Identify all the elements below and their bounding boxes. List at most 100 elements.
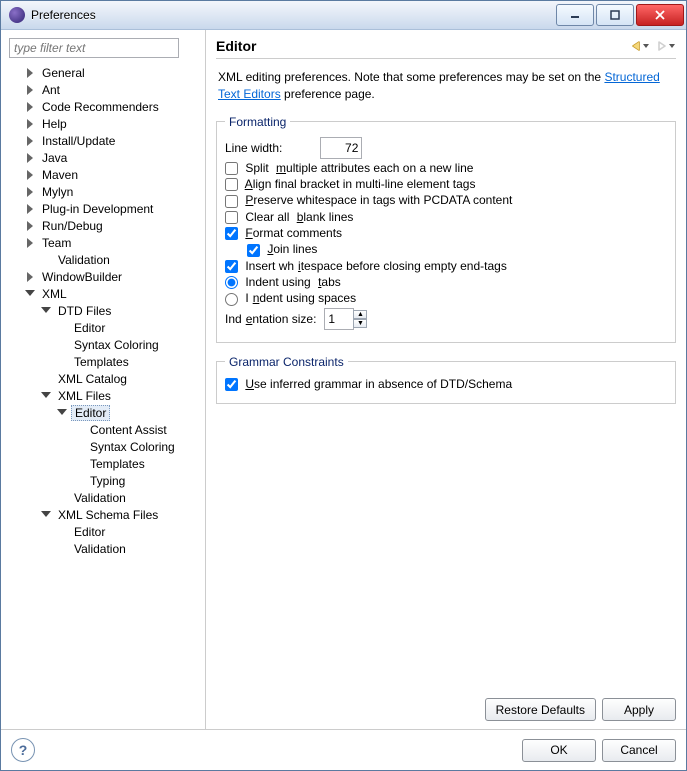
tree-item-label: Templates	[71, 355, 132, 369]
line-width-input[interactable]	[320, 137, 362, 159]
tree-item[interactable]: XML Catalog	[9, 370, 201, 387]
formatting-group: Formatting Line width: Split multiple at…	[216, 115, 676, 343]
tree-item-label: Help	[39, 117, 70, 131]
indent-size-label: Indentation size:	[225, 312, 320, 326]
chevron-down-icon[interactable]	[41, 305, 53, 317]
back-icon[interactable]	[630, 40, 642, 52]
preserve-whitespace-checkbox[interactable]: Preserve whitespace in tags with PCDATA …	[225, 193, 516, 207]
align-bracket-checkbox[interactable]: Align final bracket in multi-line elemen…	[225, 177, 479, 191]
indent-spaces-radio[interactable]: Indent using spaces	[225, 291, 360, 305]
tree-item[interactable]: DTD Files	[9, 302, 201, 319]
tree-item[interactable]: Code Recommenders	[9, 98, 201, 115]
chevron-right-icon[interactable]	[25, 135, 37, 147]
preferences-tree[interactable]: GeneralAntCode Recommenders HelpInstall/U…	[9, 64, 201, 725]
minimize-button[interactable]	[556, 4, 594, 26]
chevron-right-icon[interactable]	[25, 203, 37, 215]
filter-input[interactable]	[9, 38, 179, 58]
chevron-down-icon[interactable]	[41, 390, 53, 402]
tree-item[interactable]: Validation	[9, 489, 201, 506]
tree-item[interactable]: Typing	[9, 472, 201, 489]
tree-item[interactable]: Templates	[9, 455, 201, 472]
chevron-right-icon[interactable]	[25, 118, 37, 130]
split-attrs-checkbox[interactable]: Split multiple attributes each on a new …	[225, 161, 477, 175]
tree-item[interactable]: Validation	[9, 251, 201, 268]
tree-item[interactable]: Templates	[9, 353, 201, 370]
tree-spacer	[73, 475, 85, 487]
tree-item[interactable]: Run/Debug	[9, 217, 201, 234]
titlebar[interactable]: Preferences	[1, 1, 686, 30]
indent-size-spinner[interactable]: ▲▼	[353, 310, 367, 328]
chevron-down-icon[interactable]	[41, 509, 53, 521]
close-button[interactable]	[636, 4, 684, 26]
ok-button[interactable]: OK	[522, 739, 596, 762]
tree-item-label: Syntax Coloring	[71, 338, 162, 352]
cancel-button[interactable]: Cancel	[602, 739, 676, 762]
tree-item[interactable]: XML Schema Files	[9, 506, 201, 523]
chevron-right-icon[interactable]	[25, 169, 37, 181]
join-lines-checkbox[interactable]: Join lines	[247, 242, 321, 256]
tree-item[interactable]: Plug-in Development	[9, 200, 201, 217]
back-menu-icon[interactable]	[642, 40, 650, 52]
chevron-right-icon[interactable]	[25, 220, 37, 232]
restore-defaults-button[interactable]: Restore Defaults	[485, 698, 596, 721]
tree-item[interactable]: WindowBuilder	[9, 268, 201, 285]
tree-item[interactable]: Syntax Coloring	[9, 438, 201, 455]
tree-item[interactable]: Mylyn	[9, 183, 201, 200]
chevron-right-icon[interactable]	[25, 186, 37, 198]
maximize-button[interactable]	[596, 4, 634, 26]
tree-item[interactable]: XML	[9, 285, 201, 302]
chevron-right-icon[interactable]	[25, 152, 37, 164]
indent-size-input[interactable]	[324, 308, 354, 330]
chevron-right-icon[interactable]	[25, 67, 37, 79]
chevron-right-icon[interactable]	[25, 84, 37, 96]
tree-spacer	[57, 543, 69, 555]
apply-button[interactable]: Apply	[602, 698, 676, 721]
tree-item[interactable]: Editor	[9, 319, 201, 336]
tree-item-label: XML	[39, 287, 70, 301]
tree-spacer	[73, 458, 85, 470]
tree-item[interactable]: Help	[9, 115, 201, 132]
tree-item[interactable]: Java	[9, 149, 201, 166]
tree-item-label: Editor	[71, 405, 110, 421]
chevron-down-icon[interactable]	[57, 407, 69, 419]
forward-icon[interactable]	[656, 40, 668, 52]
tree-item[interactable]: Content Assist	[9, 421, 201, 438]
tree-item-label: Validation	[71, 491, 129, 505]
tree-item-label: Plug-in Development	[39, 202, 156, 216]
help-icon[interactable]: ?	[11, 738, 35, 762]
page-title: Editor	[216, 38, 630, 54]
formatting-legend: Formatting	[225, 115, 290, 129]
tree-item-label: Templates	[87, 457, 148, 471]
tree-item-label: XML Catalog	[55, 372, 130, 386]
insert-whitespace-checkbox[interactable]: Insert whitespace before closing empty e…	[225, 259, 511, 273]
clear-blank-lines-checkbox[interactable]: Clear all blank lines	[225, 210, 357, 224]
tree-item[interactable]: Validation	[9, 540, 201, 557]
tree-item[interactable]: Editor	[9, 404, 201, 421]
tree-item-label: Content Assist	[87, 423, 170, 437]
tree-item-label: Team	[39, 236, 74, 250]
spinner-up-button[interactable]: ▲	[353, 310, 367, 319]
forward-menu-icon[interactable]	[668, 40, 676, 52]
page-buttons: Restore Defaults Apply	[216, 692, 676, 725]
tree-item[interactable]: Ant	[9, 81, 201, 98]
tree-item[interactable]: General	[9, 64, 201, 81]
tree-spacer	[57, 526, 69, 538]
chevron-right-icon[interactable]	[25, 101, 37, 113]
tree-item[interactable]: Team	[9, 234, 201, 251]
tree-item[interactable]: Editor	[9, 523, 201, 540]
spinner-down-button[interactable]: ▼	[353, 319, 367, 328]
tree-item[interactable]: XML Files	[9, 387, 201, 404]
format-comments-checkbox[interactable]: Format comments	[225, 226, 346, 240]
tree-item[interactable]: Syntax Coloring	[9, 336, 201, 353]
page-header: Editor	[216, 38, 676, 59]
tree-item[interactable]: Maven	[9, 166, 201, 183]
left-pane: GeneralAntCode Recommenders HelpInstall/U…	[1, 30, 206, 729]
use-inferred-grammar-checkbox[interactable]: Use inferred grammar in absence of DTD/S…	[225, 377, 516, 391]
indent-tabs-radio[interactable]: Indent using tabs	[225, 275, 345, 289]
client-area: GeneralAntCode Recommenders HelpInstall/U…	[1, 30, 686, 770]
chevron-right-icon[interactable]	[25, 271, 37, 283]
chevron-down-icon[interactable]	[25, 288, 37, 300]
chevron-right-icon[interactable]	[25, 237, 37, 249]
tree-item[interactable]: Install/Update	[9, 132, 201, 149]
app-icon	[9, 7, 25, 23]
